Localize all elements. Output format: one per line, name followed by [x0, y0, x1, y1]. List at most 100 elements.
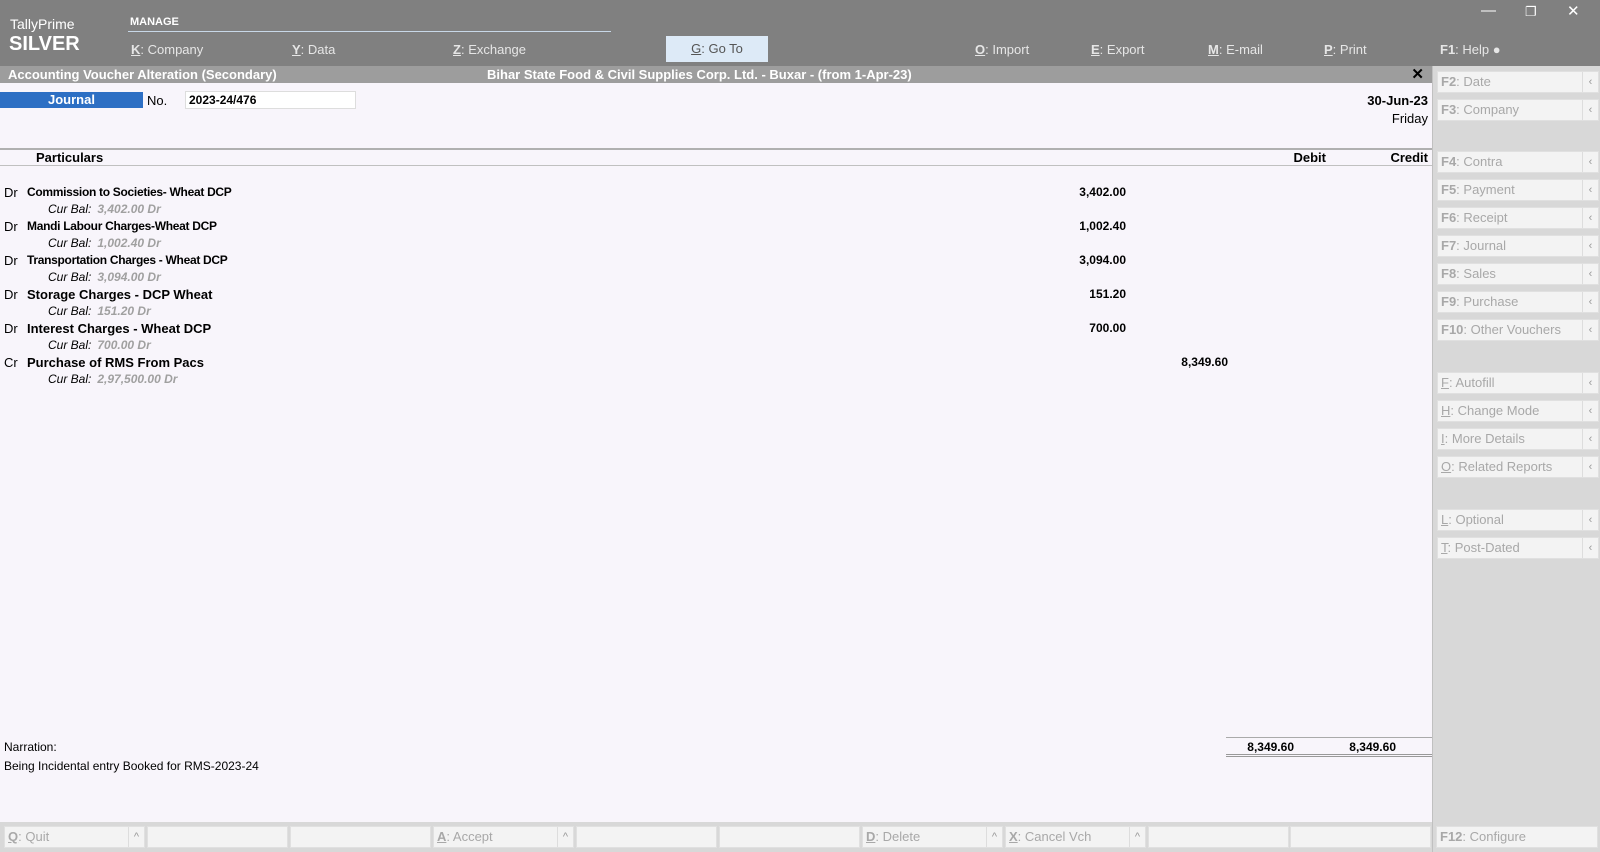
menu-goto-button[interactable]: G: Go To: [666, 36, 768, 62]
current-balance: Cur Bal: 2,97,500.00 Dr: [48, 372, 178, 386]
more-details-button[interactable]: I: More Details ‹: [1437, 428, 1599, 450]
current-balance: Cur Bal: 3,094.00 Dr: [48, 270, 161, 284]
sales-button[interactable]: F8: Sales ‹: [1437, 263, 1599, 285]
menu-print[interactable]: P: Print: [1324, 42, 1367, 57]
empty-bottom-slot: [576, 826, 717, 848]
journal-button[interactable]: F7: Journal ‹: [1437, 235, 1599, 257]
current-balance: Cur Bal: 1,002.40 Dr: [48, 236, 161, 250]
contra-button[interactable]: F4: Contra ‹: [1437, 151, 1599, 173]
dr-cr-indicator: Dr: [4, 253, 18, 268]
chevron-left-icon: ‹: [1582, 510, 1598, 530]
chevron-up-icon: ^: [986, 827, 1002, 847]
dr-cr-indicator: Dr: [4, 287, 18, 302]
product-name: TallyPrime: [10, 16, 75, 32]
chevron-left-icon: ‹: [1582, 538, 1598, 558]
narration-field[interactable]: Being Incidental entry Booked for RMS-20…: [4, 759, 259, 773]
ledger-name: Mandi Labour Charges-Wheat DCP: [27, 219, 217, 233]
accept-button[interactable]: A: Accept ^: [433, 826, 574, 848]
ledger-name: Transportation Charges - Wheat DCP: [27, 253, 228, 267]
cancel-voucher-button[interactable]: X: Cancel Vch ^: [1005, 826, 1146, 848]
voucher-date[interactable]: 30-Jun-23: [1367, 93, 1428, 108]
chevron-left-icon: ‹: [1582, 457, 1598, 477]
chevron-left-icon: ‹: [1582, 373, 1598, 393]
ledger-name: Interest Charges - Wheat DCP: [27, 321, 212, 336]
debit-amount: 1,002.40: [1079, 219, 1126, 233]
chevron-left-icon: ‹: [1582, 100, 1598, 120]
post-dated-button[interactable]: T: Post-Dated ‹: [1437, 537, 1599, 559]
top-menu-bar: TallyPrime SILVER MANAGE K: Company Y: D…: [0, 0, 1600, 66]
ledger-entry-row[interactable]: Dr Commission to Societies- Wheat DCP 3,…: [0, 185, 1432, 219]
chevron-left-icon: ‹: [1582, 429, 1598, 449]
total-debit: 8,349.60: [1247, 740, 1294, 754]
ledger-name: Purchase of RMS From Pacs: [27, 355, 204, 370]
chevron-left-icon: ‹: [1582, 292, 1598, 312]
company-button[interactable]: F3: Company ‹: [1437, 99, 1599, 121]
dr-cr-indicator: Dr: [4, 219, 18, 234]
credit-amount: 8,349.60: [1181, 355, 1228, 369]
empty-bottom-slot: [719, 826, 860, 848]
delete-button[interactable]: D: Delete ^: [862, 826, 1003, 848]
company-title: Bihar State Food & Civil Supplies Corp. …: [487, 67, 912, 82]
debit-amount: 151.20: [1089, 287, 1126, 301]
ledger-entry-row[interactable]: Dr Mandi Labour Charges-Wheat DCP 1,002.…: [0, 219, 1432, 253]
close-screen-icon[interactable]: ✕: [1411, 65, 1424, 83]
purchase-button[interactable]: F9: Purchase ‹: [1437, 291, 1599, 313]
voucher-day: Friday: [1391, 111, 1428, 126]
menu-export[interactable]: E: Export: [1091, 42, 1144, 57]
menu-exchange[interactable]: Z: Exchange: [453, 42, 526, 57]
totals-divider: [1226, 737, 1432, 738]
menu-help[interactable]: F1: Help ●: [1440, 42, 1501, 57]
configure-button[interactable]: F12: Configure: [1436, 826, 1598, 848]
ledger-entry-row[interactable]: Dr Transportation Charges - Wheat DCP 3,…: [0, 253, 1432, 287]
other-vouchers-button[interactable]: F10: Other Vouchers ‹: [1437, 319, 1599, 341]
minimize-icon[interactable]: —: [1481, 2, 1496, 19]
product-edition: SILVER: [9, 33, 80, 55]
chevron-left-icon: ‹: [1582, 236, 1598, 256]
dr-cr-indicator: Dr: [4, 321, 18, 336]
restore-icon[interactable]: ❐: [1525, 4, 1537, 20]
empty-bottom-slot: [147, 826, 288, 848]
related-reports-button[interactable]: O: Related Reports ‹: [1437, 456, 1599, 478]
window-close-icon[interactable]: ✕: [1567, 2, 1580, 20]
narration-label: Narration:: [4, 740, 57, 754]
ledger-entry-row[interactable]: Dr Interest Charges - Wheat DCP 700.00 C…: [0, 321, 1432, 355]
payment-button[interactable]: F5: Payment ‹: [1437, 179, 1599, 201]
debit-amount: 3,094.00: [1079, 253, 1126, 267]
menu-import[interactable]: O: Import: [975, 42, 1029, 57]
screen-title: Accounting Voucher Alteration (Secondary…: [8, 67, 277, 82]
optional-button[interactable]: L: Optional ‹: [1437, 509, 1599, 531]
date-button[interactable]: F2: Date ‹: [1437, 71, 1599, 93]
autofill-button[interactable]: F: Autofill ‹: [1437, 372, 1599, 394]
chevron-up-icon: ^: [128, 827, 144, 847]
voucher-number-label: No.: [147, 93, 168, 108]
menu-section-label: MANAGE: [130, 16, 179, 28]
right-button-panel: F2: Date ‹ F3: Company ‹ F4: Contra ‹ F5: P…: [1432, 66, 1600, 852]
ledger-entry-row[interactable]: Dr Storage Charges - DCP Wheat 151.20 Cu…: [0, 287, 1432, 321]
chevron-up-icon: ^: [557, 827, 573, 847]
quit-button[interactable]: Q: Quit ^: [4, 826, 145, 848]
chevron-left-icon: ‹: [1582, 180, 1598, 200]
change-mode-button[interactable]: H: Change Mode ‹: [1437, 400, 1599, 422]
chevron-up-icon: ^: [1129, 827, 1145, 847]
totals-double-underline: [1226, 754, 1432, 757]
current-balance: Cur Bal: 151.20 Dr: [48, 304, 151, 318]
column-header-debit: Debit: [1293, 150, 1327, 165]
ledger-entry-row[interactable]: Cr Purchase of RMS From Pacs 8,349.60 Cu…: [0, 355, 1432, 389]
ledger-name: Storage Charges - DCP Wheat: [27, 287, 213, 302]
chevron-left-icon: ‹: [1582, 264, 1598, 284]
menu-section-divider: [128, 31, 611, 32]
menu-data[interactable]: Y: Data: [292, 42, 335, 57]
receipt-button[interactable]: F6: Receipt ‹: [1437, 207, 1599, 229]
header-divider: [0, 148, 1432, 150]
ledger-name: Commission to Societies- Wheat DCP: [27, 185, 232, 199]
voucher-type-field[interactable]: Journal: [0, 92, 143, 108]
chevron-left-icon: ‹: [1582, 401, 1598, 421]
total-credit: 8,349.60: [1349, 740, 1396, 754]
dr-cr-indicator: Dr: [4, 185, 18, 200]
screen-title-bar: Accounting Voucher Alteration (Secondary…: [0, 66, 1432, 83]
chevron-left-icon: ‹: [1582, 152, 1598, 172]
menu-company[interactable]: K: Company: [131, 42, 203, 57]
voucher-number-field[interactable]: 2023-24/476: [185, 91, 356, 109]
current-balance: Cur Bal: 700.00 Dr: [48, 338, 151, 352]
menu-email[interactable]: M: E-mail: [1208, 42, 1263, 57]
